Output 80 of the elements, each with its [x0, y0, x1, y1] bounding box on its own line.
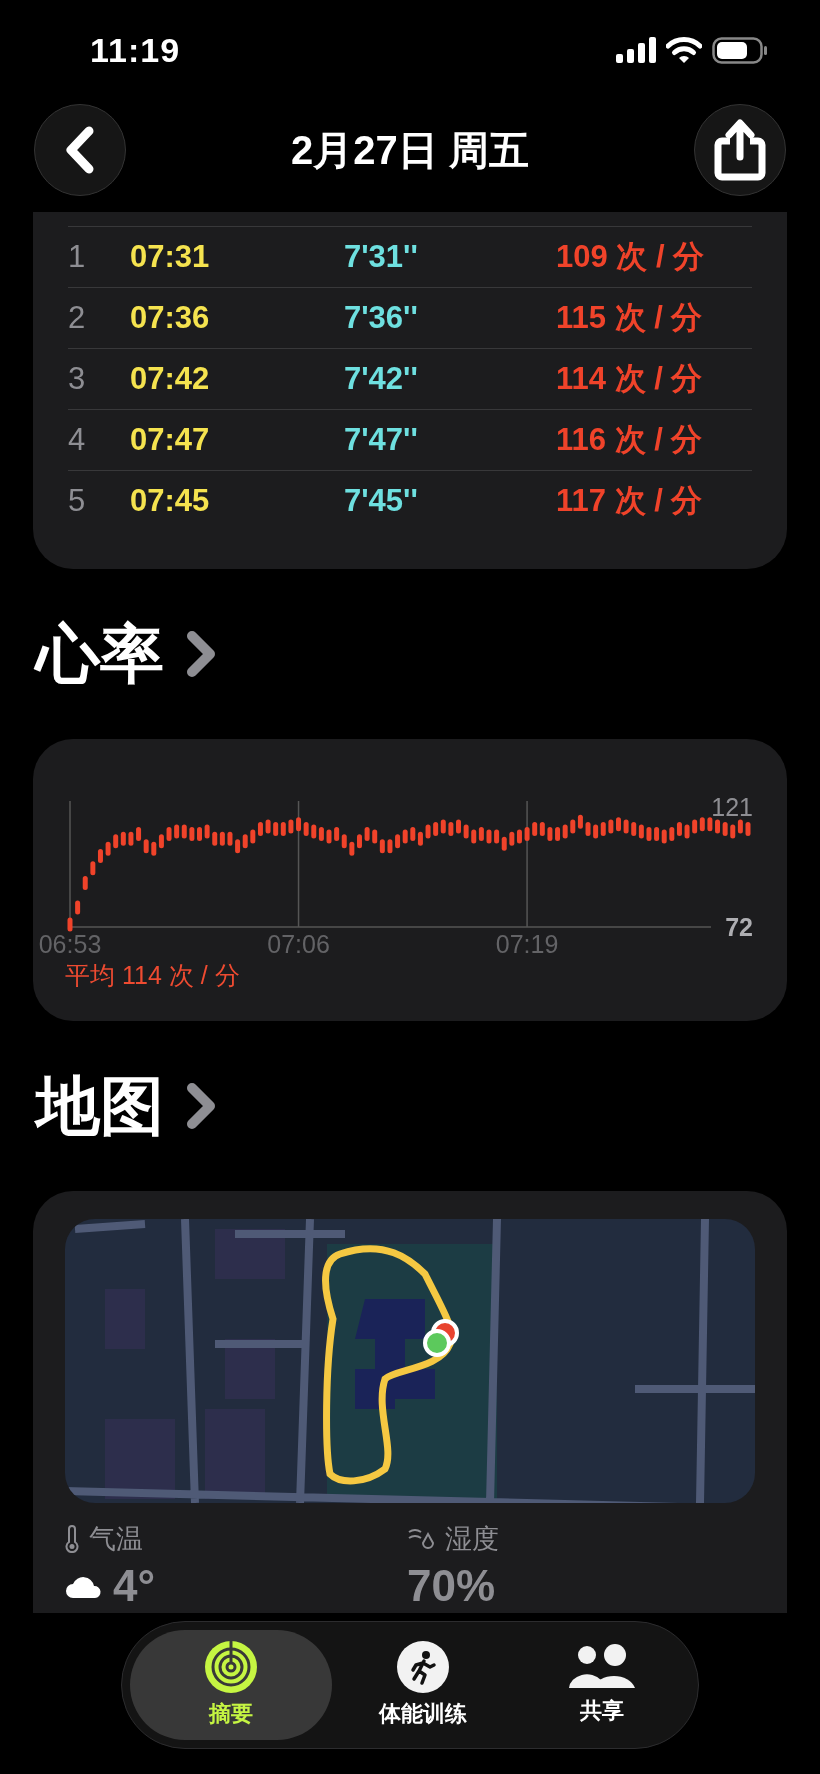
- heart-rate-mark: [448, 822, 454, 837]
- heart-rate-mark: [227, 831, 233, 846]
- heart-rate-mark: [745, 822, 751, 837]
- weather-label: 气温: [89, 1523, 143, 1556]
- chevron-icon[interactable]: [186, 631, 216, 677]
- heart-rate-mark: [357, 834, 362, 849]
- heart-rate-mark: [105, 841, 111, 856]
- split-number: 1: [68, 239, 87, 275]
- split-heart-rate: 114 次 / 分: [556, 360, 704, 398]
- heart-rate-mark: [463, 824, 469, 839]
- split-number: 4: [68, 422, 87, 458]
- section-title[interactable]: 地图: [36, 1062, 164, 1150]
- heart-rate-mark: [623, 819, 629, 834]
- tab[interactable]: 共享: [514, 1630, 690, 1740]
- heart-rate-mark: [707, 817, 713, 832]
- heart-rate-mark: [67, 917, 73, 932]
- chevron-icon[interactable]: [186, 1083, 216, 1129]
- heart-rate-mark: [265, 819, 271, 834]
- split-heart-rate: 115 次 / 分: [556, 299, 704, 337]
- split-number: 3: [68, 361, 87, 397]
- heart-rate-mark: [425, 824, 431, 839]
- heart-rate-mark: [585, 822, 591, 837]
- split-pace: 7'45'': [344, 483, 419, 519]
- heart-rate-mark: [486, 829, 492, 844]
- rings-icon: [204, 1641, 257, 1693]
- split-time: 07:47: [130, 422, 211, 458]
- y-tick-label: 72: [725, 913, 753, 941]
- thermometer-icon: [65, 1525, 79, 1553]
- heart-rate-mark: [684, 824, 690, 839]
- x-tick-label: 06:53: [38, 930, 102, 958]
- runner-icon: [397, 1641, 450, 1693]
- average-heart-rate: 平均 114 次 / 分: [65, 960, 240, 991]
- heart-rate-mark: [364, 826, 370, 841]
- split-pace: 7'47'': [344, 422, 419, 458]
- split-time: 07:42: [130, 361, 211, 397]
- heart-rate-mark: [189, 826, 195, 841]
- split-pace: 7'42'': [344, 361, 419, 397]
- split-time: 07:36: [130, 300, 211, 336]
- split-number: 2: [68, 300, 87, 336]
- heart-rate-mark: [456, 819, 461, 834]
- heart-rate-mark: [288, 819, 294, 834]
- heart-rate-mark: [608, 819, 614, 834]
- humidity-icon: [407, 1526, 435, 1552]
- heart-rate-mark: [387, 839, 393, 854]
- split-pace: 7'31'': [344, 239, 419, 275]
- heart-rate-mark: [616, 817, 621, 832]
- heart-rate-mark: [197, 826, 202, 841]
- heart-rate-mark: [128, 831, 134, 846]
- heart-rate-mark: [166, 826, 172, 841]
- x-tick-label: 07:06: [267, 930, 330, 958]
- heart-rate-mark: [547, 826, 553, 841]
- tab[interactable]: 体能训练: [335, 1630, 511, 1740]
- heart-rate-mark: [349, 841, 355, 856]
- split-time: 07:31: [130, 239, 211, 275]
- split-number: 5: [68, 483, 87, 519]
- split-heart-rate: 116 次 / 分: [556, 421, 704, 459]
- page-title: 2月27日 周五: [291, 126, 529, 174]
- split-time: 07:45: [130, 483, 211, 519]
- split-heart-rate: 109 次 / 分: [556, 238, 706, 276]
- weather-label: 湿度: [445, 1523, 499, 1556]
- battery-icon: [712, 36, 768, 64]
- heart-rate-mark: [326, 829, 332, 844]
- heart-rate-mark: [82, 875, 88, 890]
- status-time: 11:19: [90, 30, 181, 70]
- back-icon: [65, 126, 95, 174]
- x-tick-label: 07:19: [495, 930, 559, 958]
- wifi-icon: [666, 36, 702, 64]
- signal-icon: [616, 37, 656, 63]
- weather-value: 70%: [407, 1561, 496, 1611]
- heart-rate-mark: [75, 900, 81, 915]
- tab[interactable]: 摘要: [130, 1630, 332, 1740]
- y-tick-label: 121: [711, 793, 753, 821]
- heart-rate-mark: [204, 824, 210, 839]
- heart-rate-mark: [646, 826, 652, 841]
- weather-value: 4°: [113, 1561, 156, 1611]
- heart-rate-mark: [524, 826, 530, 841]
- split-pace: 7'36'': [344, 300, 419, 336]
- split-heart-rate: 117 次 / 分: [556, 482, 704, 520]
- share-icon: [714, 119, 766, 181]
- people-icon: [569, 1644, 636, 1690]
